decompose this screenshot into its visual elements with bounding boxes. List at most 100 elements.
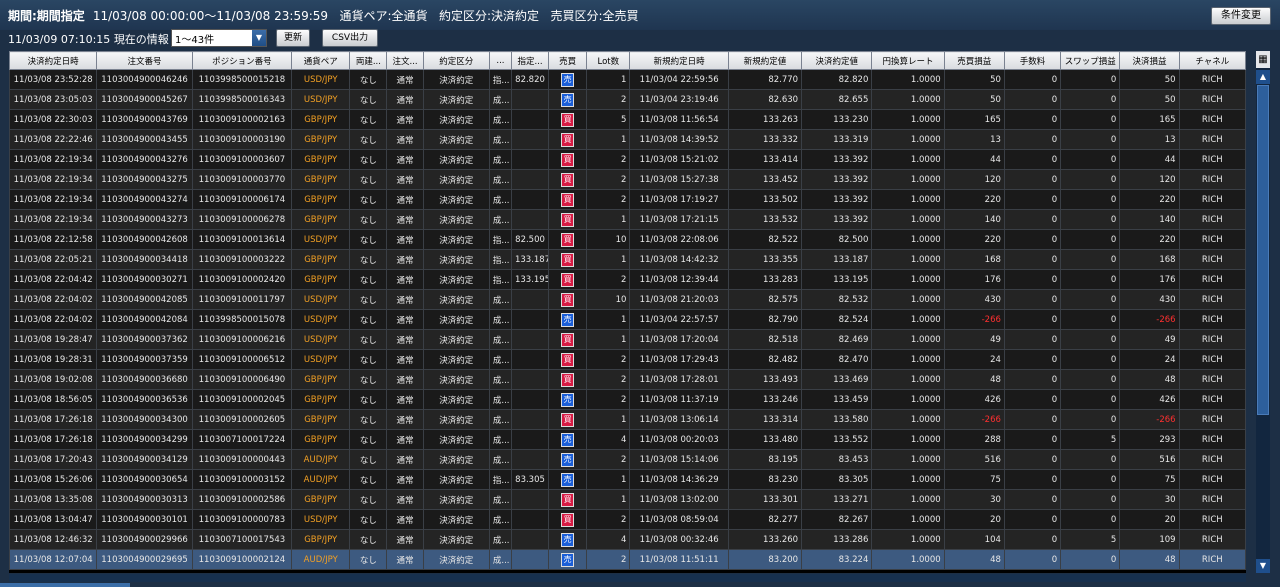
column-header[interactable]: 両建...: [349, 51, 388, 70]
table-row[interactable]: 11/03/08 13:35:08 1103004900030313 1103009…: [8, 489, 1247, 510]
table-row[interactable]: 11/03/08 18:56:05 1103004900036536 1103009…: [8, 389, 1247, 410]
cell-ctype: 決済約定: [422, 229, 490, 250]
cell-ctype: 決済約定: [422, 509, 490, 530]
grid-config-icon[interactable]: ▦: [1256, 51, 1270, 68]
table-row[interactable]: 11/03/08 12:46:32 1103004900029966 1103007…: [8, 529, 1247, 550]
table-row[interactable]: 11/03/08 22:22:46 1103004900043455 1103009…: [8, 129, 1247, 150]
cell-rate: 1.0000: [871, 169, 945, 190]
csv-export-button[interactable]: CSV出力: [322, 29, 378, 47]
table-row[interactable]: 11/03/08 19:02:08 1103004900036680 1103009…: [8, 369, 1247, 390]
cell-close-px: 83.453: [801, 449, 873, 470]
column-header[interactable]: 約定区分: [422, 51, 490, 70]
cell-fee: 0: [1003, 389, 1062, 410]
table-row[interactable]: 11/03/08 22:04:42 1103004900030271 1103009…: [8, 269, 1247, 290]
column-header[interactable]: 注文...: [386, 51, 424, 70]
cell-pair: USD/JPY: [291, 229, 351, 250]
cell-pair: GBP/JPY: [291, 269, 351, 290]
table-row[interactable]: 11/03/08 22:12:58 1103004900042608 1103009…: [8, 229, 1247, 250]
cell-ctype: 決済約定: [422, 289, 490, 310]
cell-bs: 買: [548, 289, 588, 310]
table-row[interactable]: 11/03/08 22:04:02 1103004900042084 1103998…: [8, 309, 1247, 330]
column-header[interactable]: 通貨ペア: [291, 51, 351, 70]
table-row[interactable]: 11/03/08 22:19:34 1103004900043276 1103009…: [8, 149, 1247, 170]
column-header[interactable]: ポジション番号: [191, 51, 293, 70]
cell-swap: 0: [1060, 169, 1121, 190]
table-row[interactable]: 11/03/08 19:28:31 1103004900037359 1103009…: [8, 349, 1247, 370]
chevron-down-icon[interactable]: ▼: [252, 30, 266, 46]
cell-pair: GBP/JPY: [291, 409, 351, 430]
column-header[interactable]: 新規約定日時: [629, 51, 729, 70]
scroll-thumb[interactable]: [1257, 85, 1269, 415]
cell-order: 1103004900043273: [96, 209, 193, 230]
column-header[interactable]: 決済損益: [1119, 51, 1180, 70]
table-row[interactable]: 11/03/08 22:19:34 1103004900043275 1103009…: [8, 169, 1247, 190]
cell-otype: 通常: [386, 289, 424, 310]
cell-ctype: 決済約定: [422, 449, 490, 470]
cell-exec: 成...: [488, 509, 512, 530]
cell-hedge: なし: [349, 549, 388, 570]
cell-otype: 通常: [386, 469, 424, 490]
cell-otype: 通常: [386, 529, 424, 550]
column-header[interactable]: 決済約定日時: [8, 51, 98, 70]
vertical-scrollbar[interactable]: ▦ ▲ ▼: [1256, 51, 1270, 573]
table-row[interactable]: 11/03/08 19:28:47 1103004900037362 1103009…: [8, 329, 1247, 350]
column-header[interactable]: 決済約定値: [801, 51, 873, 70]
cell-hedge: なし: [349, 329, 388, 350]
table-row[interactable]: 11/03/08 17:26:18 1103004900034300 1103009…: [8, 409, 1247, 430]
column-header[interactable]: スワップ損益: [1060, 51, 1121, 70]
table-row[interactable]: 11/03/08 23:52:28 1103004900046246 1103998…: [8, 69, 1247, 90]
cell-swap: 0: [1060, 249, 1121, 270]
table-row[interactable]: 11/03/08 13:04:47 1103004900030101 1103009…: [8, 509, 1247, 530]
scroll-up-icon[interactable]: ▲: [1256, 70, 1270, 84]
table-row[interactable]: 11/03/08 15:26:06 1103004900030654 1103009…: [8, 469, 1247, 490]
refresh-button[interactable]: 更新: [276, 29, 310, 47]
cell-dt: 11/03/08 17:26:18: [8, 409, 98, 430]
table-row[interactable]: 11/03/08 17:26:18 1103004900034299 1103007…: [8, 429, 1247, 450]
cell-ctype: 決済約定: [422, 549, 490, 570]
sell-badge: 売: [561, 432, 575, 447]
column-header[interactable]: 新規約定値: [727, 51, 803, 70]
table-row[interactable]: 11/03/08 12:07:04 1103004900029695 1103009…: [8, 549, 1247, 570]
column-header[interactable]: チャネル: [1178, 51, 1247, 70]
cell-fee: 0: [1003, 249, 1062, 270]
cell-dt: 11/03/08 18:56:05: [8, 389, 98, 410]
column-header[interactable]: 売買: [548, 51, 588, 70]
column-header[interactable]: 指定...: [510, 51, 550, 70]
horizontal-scrollbar[interactable]: [9, 574, 1246, 582]
change-condition-button[interactable]: 条件変更: [1211, 7, 1271, 25]
buy-badge: 買: [561, 332, 575, 347]
cell-open-dt: 11/03/08 17:29:43: [629, 349, 729, 370]
column-header[interactable]: 売買損益: [943, 51, 1005, 70]
cell-open-dt: 11/03/08 14:42:32: [629, 249, 729, 270]
column-header[interactable]: Lot数: [586, 51, 631, 70]
cell-exec: 成...: [488, 489, 512, 510]
cell-open-dt: 11/03/08 12:39:44: [629, 269, 729, 290]
current-info-label: 現在の情報: [113, 33, 169, 46]
table-row[interactable]: 11/03/08 22:19:34 1103004900043274 1103009…: [8, 189, 1247, 210]
column-header[interactable]: ...: [488, 51, 512, 70]
cell-dt: 11/03/08 12:07:04: [8, 549, 98, 570]
cell-otype: 通常: [386, 169, 424, 190]
cell-pl: 48: [943, 369, 1005, 390]
table-row[interactable]: 11/03/08 22:05:21 1103004900034418 1103009…: [8, 249, 1247, 270]
cell-close-px: 133.552: [801, 429, 873, 450]
cell-swap: 0: [1060, 109, 1121, 130]
cell-pos: 1103009100006512: [191, 349, 293, 370]
cell-open-px: 82.518: [727, 329, 803, 350]
cell-net: 49: [1119, 329, 1180, 350]
cell-swap: 0: [1060, 269, 1121, 290]
cell-open-dt: 11/03/08 14:39:52: [629, 129, 729, 150]
range-select[interactable]: 1〜43件 ▼: [171, 29, 267, 47]
table-row[interactable]: 11/03/08 22:19:34 1103004900043273 1103009…: [8, 209, 1247, 230]
table-row[interactable]: 11/03/08 22:30:03 1103004900043769 1103009…: [8, 109, 1247, 130]
column-header[interactable]: 手数料: [1003, 51, 1062, 70]
cell-pos: 1103009100003152: [191, 469, 293, 490]
table-row[interactable]: 11/03/08 22:04:02 1103004900042085 1103009…: [8, 289, 1247, 310]
table-row[interactable]: 11/03/08 17:20:43 1103004900034129 1103009…: [8, 449, 1247, 470]
scroll-down-icon[interactable]: ▼: [1256, 559, 1270, 573]
cell-open-px: 133.532: [727, 209, 803, 230]
table-row[interactable]: 11/03/08 23:05:03 1103004900045267 1103998…: [8, 89, 1247, 110]
column-header[interactable]: 注文番号: [96, 51, 193, 70]
cell-hedge: なし: [349, 149, 388, 170]
column-header[interactable]: 円換算レート: [871, 51, 945, 70]
